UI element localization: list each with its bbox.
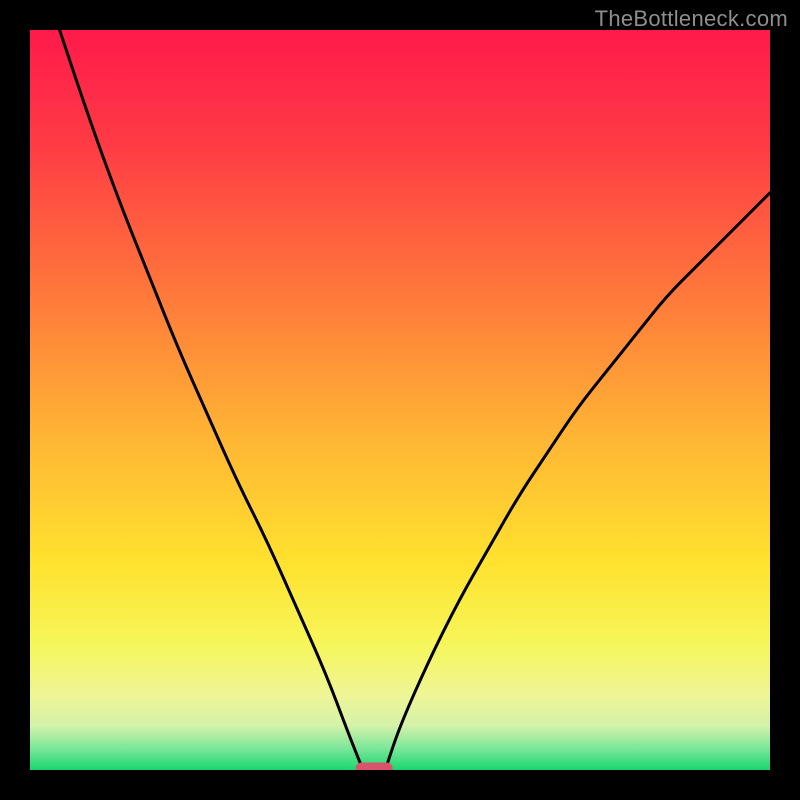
bottleneck-curve-chart xyxy=(30,30,770,770)
plot-background xyxy=(30,30,770,770)
chart-stage: TheBottleneck.com xyxy=(0,0,800,800)
minimum-marker xyxy=(356,763,393,771)
watermark-text: TheBottleneck.com xyxy=(595,6,788,32)
